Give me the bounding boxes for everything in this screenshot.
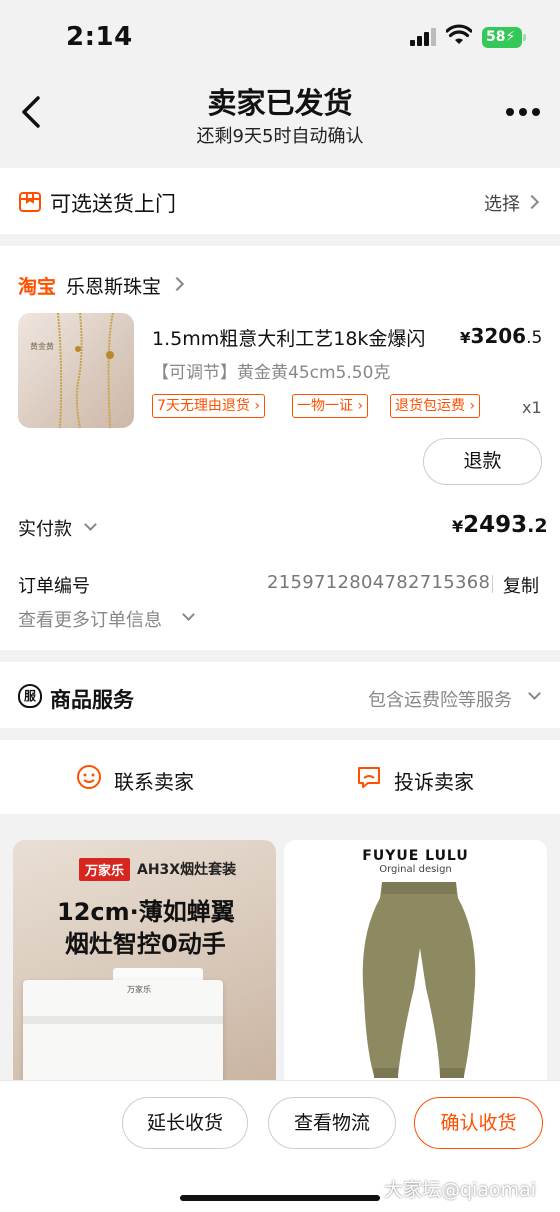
package-icon xyxy=(19,192,41,212)
brand-badge: 万家乐 xyxy=(79,858,131,881)
tag-7day-return[interactable]: 7天无理由退货 › xyxy=(152,394,265,418)
chat-smile-icon xyxy=(77,765,101,789)
view-logistics-button[interactable]: 查看物流 xyxy=(268,1097,396,1149)
amount-symbol: ¥ xyxy=(452,517,464,536)
extend-receipt-button[interactable]: 延长收货 xyxy=(122,1097,248,1149)
product-title[interactable]: 1.5mm粗意大利工艺18k金爆闪 xyxy=(152,324,425,351)
paid-amount: ¥2493.2 xyxy=(452,512,548,538)
gold-chain-image xyxy=(57,313,114,428)
price-symbol: ¥ xyxy=(460,329,471,347)
delivery-option-label: 可选送货上门 xyxy=(50,192,176,216)
more-options-icon[interactable] xyxy=(506,108,540,116)
service-title: 商品服务 xyxy=(50,688,134,712)
amount-decimal: .2 xyxy=(527,515,548,537)
product-spec: 【可调节】黄金黄45cm5.50克 xyxy=(152,363,391,383)
pants-image xyxy=(362,882,476,1078)
brand-subtitle: AH3X烟灶套装 xyxy=(137,862,237,878)
home-indicator[interactable] xyxy=(180,1195,380,1201)
appliance-image: 万家乐 xyxy=(23,980,223,1090)
signal-icon xyxy=(410,28,438,46)
watermark: 大家坛@qiaomai xyxy=(384,1179,537,1201)
appliance-label: 万家乐 xyxy=(127,985,151,994)
battery-icon: 58⚡ xyxy=(482,27,526,48)
ad-subheadline: 烟灶智控0动手 xyxy=(65,930,226,958)
bottom-action-bar: 延长收货 查看物流 确认收货 大家坛@qiaomai xyxy=(0,1080,560,1212)
auto-confirm-countdown: 还剩9天5时自动确认 xyxy=(196,126,364,147)
refund-button[interactable]: 退款 xyxy=(423,438,542,485)
status-time: 2:14 xyxy=(66,22,133,52)
taobao-logo: 淘宝 xyxy=(18,276,57,298)
more-order-info-link[interactable]: 查看更多订单信息 xyxy=(18,606,162,632)
battery-level: 58 xyxy=(486,29,506,45)
page-title: 卖家已发货 xyxy=(207,86,353,120)
copy-order-button[interactable]: 复制 xyxy=(503,572,539,598)
tag-label: 退货包运费 xyxy=(395,398,465,414)
complaint-icon xyxy=(358,767,380,788)
price-integer: 3206 xyxy=(470,324,527,348)
order-number-label: 订单编号 xyxy=(18,576,90,597)
price-decimal: .5 xyxy=(526,328,543,348)
confirm-receipt-button[interactable]: 确认收货 xyxy=(414,1097,543,1149)
ad-headline: 12cm·薄如蝉翼 xyxy=(57,898,235,926)
tag-label: 7天无理由退货 xyxy=(157,398,250,414)
product-image[interactable]: 黄金黄 xyxy=(18,313,134,428)
order-detail-screen: 2:14 58⚡ 卖家已发货 还剩9天5时自动确认 可选送货上门 选择 淘宝 乐… xyxy=(0,0,560,1212)
status-bar: 2:14 58⚡ xyxy=(0,0,560,70)
recommend-card-pants[interactable]: FUYUE LULU Orginal design xyxy=(284,840,547,1090)
contact-seller-button[interactable]: 联系卖家 xyxy=(114,766,194,795)
product-image-label: 黄金黄 xyxy=(30,342,54,351)
service-icon: 服 xyxy=(18,684,42,708)
product-quantity: x1 xyxy=(522,398,542,417)
shop-name[interactable]: 乐恩斯珠宝 xyxy=(66,272,161,299)
wifi-icon xyxy=(446,24,472,44)
complain-seller-button[interactable]: 投诉卖家 xyxy=(394,766,474,795)
divider xyxy=(492,575,493,593)
service-detail[interactable]: 包含运费险等服务 xyxy=(368,686,512,712)
recommend-card-stove[interactable]: 万家乐 AH3X烟灶套装 12cm·薄如蝉翼 烟灶智控0动手 万家乐 xyxy=(13,840,276,1090)
paid-amount-label[interactable]: 实付款 xyxy=(18,515,72,541)
delivery-choose-link[interactable]: 选择 xyxy=(484,190,520,216)
product-price: ¥3206.5 xyxy=(460,324,542,348)
order-number: 2159712804782715368 xyxy=(267,572,491,593)
tag-certificate[interactable]: 一物一证 › xyxy=(292,394,369,418)
page-header: 卖家已发货 还剩9天5时自动确认 xyxy=(0,70,560,156)
tag-label: 一物一证 xyxy=(297,398,353,414)
amount-integer: 2493 xyxy=(463,512,528,538)
appliance-panel xyxy=(23,1016,223,1024)
brand-tagline: Orginal design xyxy=(379,864,452,875)
tag-return-shipping[interactable]: 退货包运费 › xyxy=(390,394,481,418)
brand-name: FUYUE LULU xyxy=(362,848,469,864)
